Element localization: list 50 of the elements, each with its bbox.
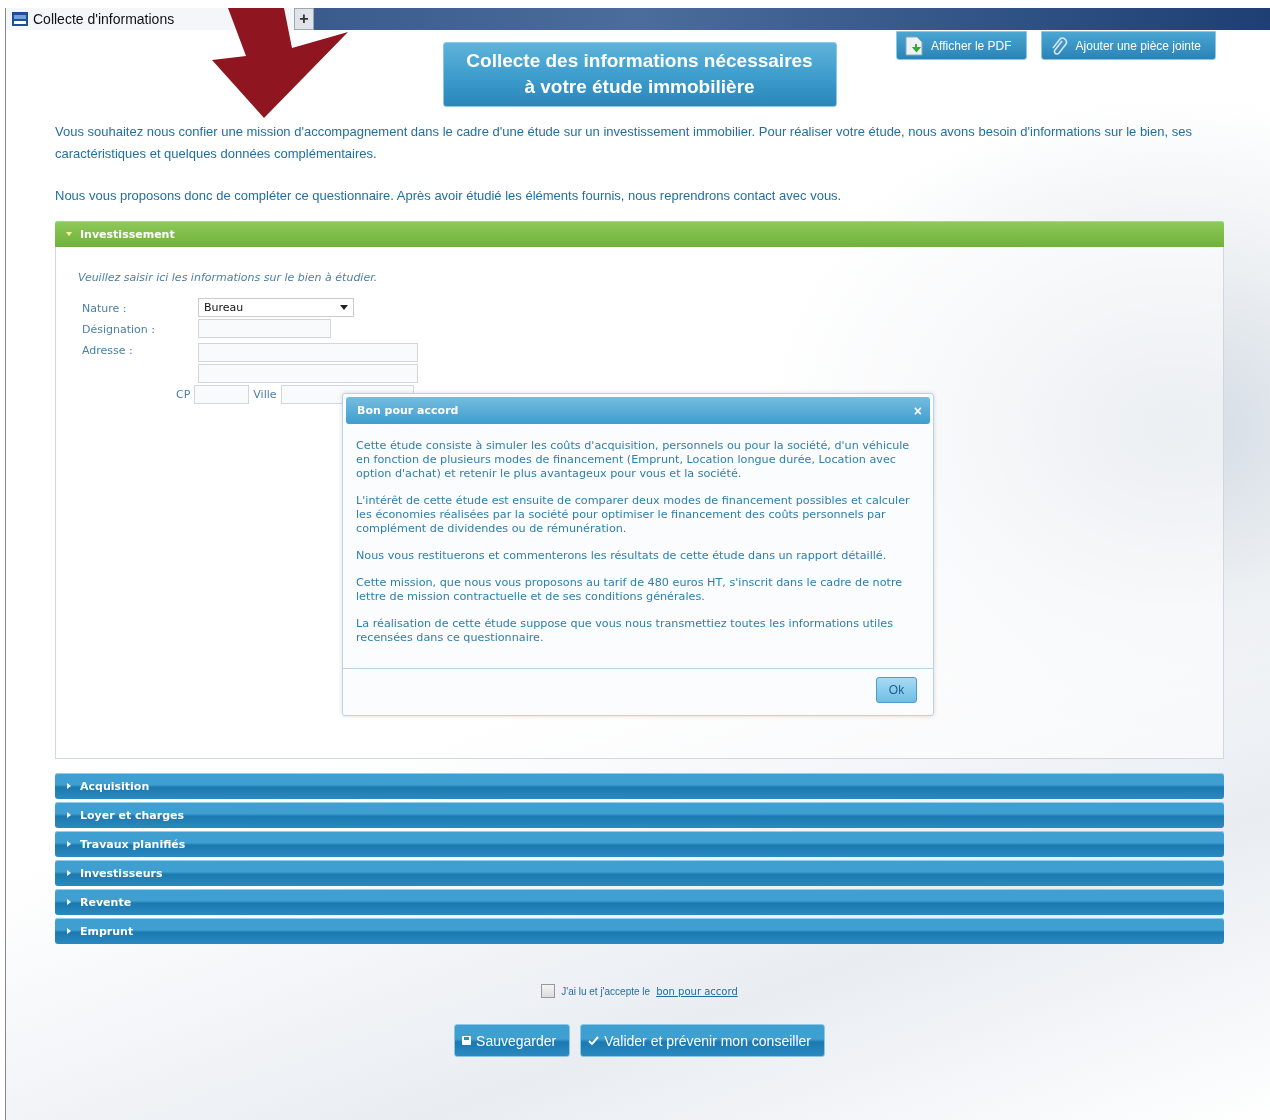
section-header[interactable]: Revente <box>55 889 1224 915</box>
paperclip-icon <box>1049 35 1068 56</box>
caret-right-icon <box>66 812 72 818</box>
validate-button[interactable]: Valider et prévenir mon conseiller <box>580 1024 825 1057</box>
section-header[interactable]: Investissement <box>55 221 1224 247</box>
caret-right-icon <box>66 928 72 934</box>
caret-right-icon <box>66 783 72 789</box>
agreement-text: J'ai lu et j'accepte le <box>561 985 651 997</box>
save-button[interactable]: Sauvegarder <box>454 1024 571 1057</box>
document-icon <box>905 35 924 56</box>
section-header[interactable]: Investisseurs <box>55 860 1224 886</box>
caret-right-icon <box>66 870 72 876</box>
postal-code-field[interactable] <box>194 385 250 404</box>
designation-field[interactable] <box>198 319 331 338</box>
caret-right-icon <box>66 841 72 847</box>
dialog-paragraph: Cette étude consiste à simuler les coûts d'acquisition, personnels ou pour la société, d'un véhicule en fonction de plusieurs modes de financement (Emprunt, Location longue durée, Location avec option d'achat) et retenir le plus avantageux pour vous et la société. <box>356 439 911 481</box>
section-header[interactable]: Acquisition <box>55 773 1224 799</box>
dropdown-arrow-icon <box>340 305 348 310</box>
app-logo-icon <box>12 12 28 26</box>
agreement-link[interactable]: bon pour accord <box>656 985 738 997</box>
page-title: Collecte des informations nécessaires à votre étude immobilière <box>442 42 837 107</box>
attach-file-button[interactable]: Ajouter une pièce jointe <box>1040 31 1216 60</box>
address-field[interactable] <box>198 364 418 383</box>
dialog-paragraph: Nous vous restituerons et commenterons les résultats de cette étude dans un rapport détaillé. <box>356 549 888 563</box>
field-label: Nature : <box>82 301 128 315</box>
intro-paragraph: Nous vous proposons donc de compléter ce questionnaire. Après avoir étudié les éléments fournis, nous reprendrons contact avec vous. <box>55 187 843 205</box>
new-tab-button[interactable]: + <box>294 8 314 30</box>
show-pdf-button[interactable]: Afficher le PDF <box>896 31 1027 60</box>
section-header[interactable]: Travaux planifiés <box>55 831 1224 857</box>
checkbox[interactable] <box>541 984 556 998</box>
field-label: CP <box>176 388 191 401</box>
caret-right-icon <box>66 899 72 905</box>
caret-down-icon <box>66 231 72 237</box>
close-button[interactable]: × <box>913 402 922 419</box>
tab-title: Collecte d'informations <box>33 11 175 27</box>
section-header[interactable]: Loyer et charges <box>55 802 1224 828</box>
check-icon <box>588 1036 600 1045</box>
nature-dropdown[interactable]: Bureau <box>198 298 354 317</box>
field-label: Désignation : <box>82 322 156 336</box>
dialog-paragraph: L'intérêt de cette étude est ensuite de comparer deux modes de financement possibles et calculer les économies réalisées par la société pour optimiser le financement des coûts personnels par complément de dividendes ou de rémunération. <box>356 494 911 536</box>
dialog-paragraph: Cette mission, que nous vous proposons au tarif de 480 euros HT, s'inscrit dans le cadre de notre lettre de mission contractuelle et de ses conditions générales. <box>356 576 904 604</box>
intro-paragraph: Vous souhaitez nous confier une mission d'accompagnement dans le cadre d'une étude sur un investissement immobilier. Pour réaliser votre étude, nous avons besoin d'informations sur le bien, ses caractéristiques et quelques données complémentaires. <box>55 123 1193 163</box>
dialog-paragraph: La réalisation de cette étude suppose que vous nous transmettiez toutes les informations utiles recensées dans ce questionnaire. <box>356 617 894 645</box>
field-label: Ville <box>253 388 277 401</box>
section-header[interactable]: Emprunt <box>55 918 1224 944</box>
address-field[interactable] <box>198 343 418 362</box>
dialog-title: Bon pour accord <box>357 404 459 417</box>
ok-button[interactable]: Ok <box>876 677 917 703</box>
field-label: Adresse : <box>82 343 134 357</box>
instruction-text: Veuillez saisir ici les informations sur le bien à étudier. <box>78 271 379 284</box>
